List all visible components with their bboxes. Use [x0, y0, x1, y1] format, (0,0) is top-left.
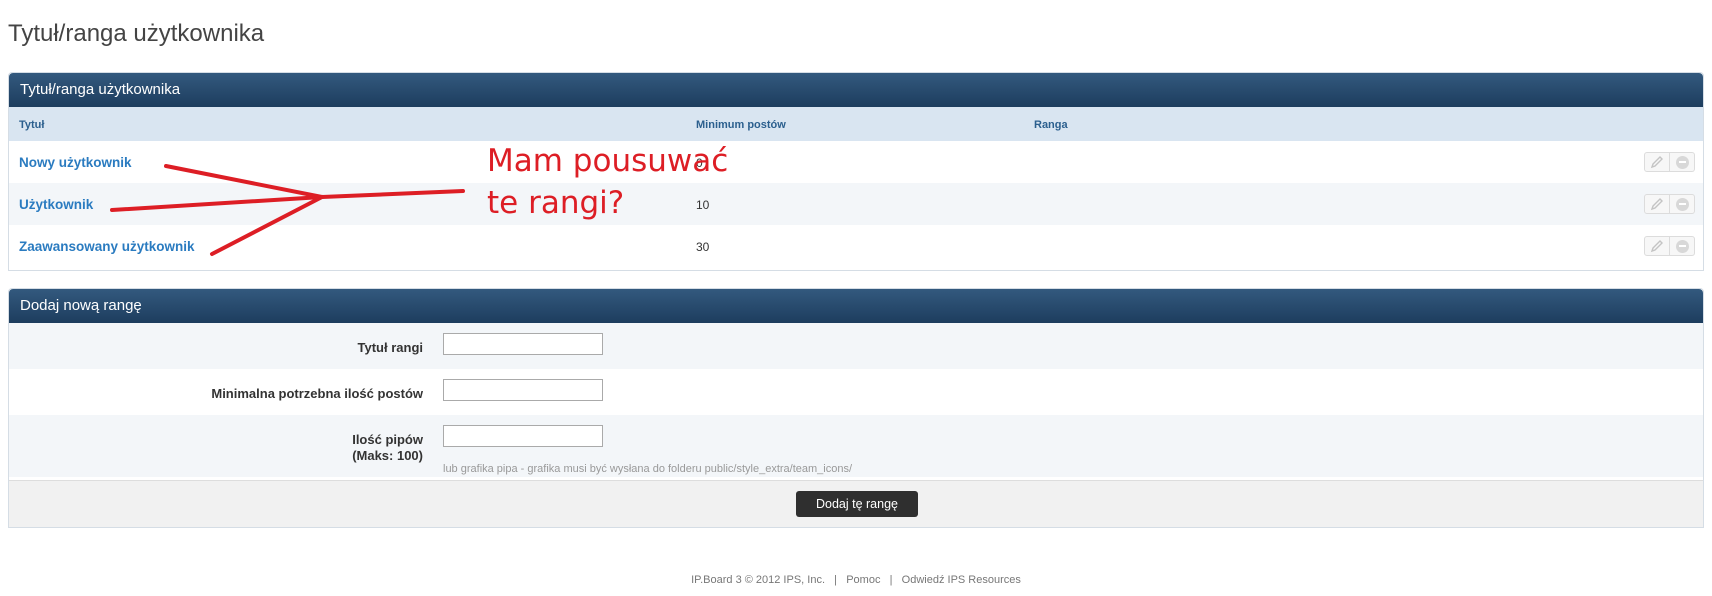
annotation-line1: Mam pousuwać — [487, 143, 729, 179]
annotation-line2: te rangi? — [487, 185, 625, 221]
annotation-text: Mam pousuwać te rangi? — [487, 140, 728, 224]
annotation-arrows — [110, 164, 465, 256]
